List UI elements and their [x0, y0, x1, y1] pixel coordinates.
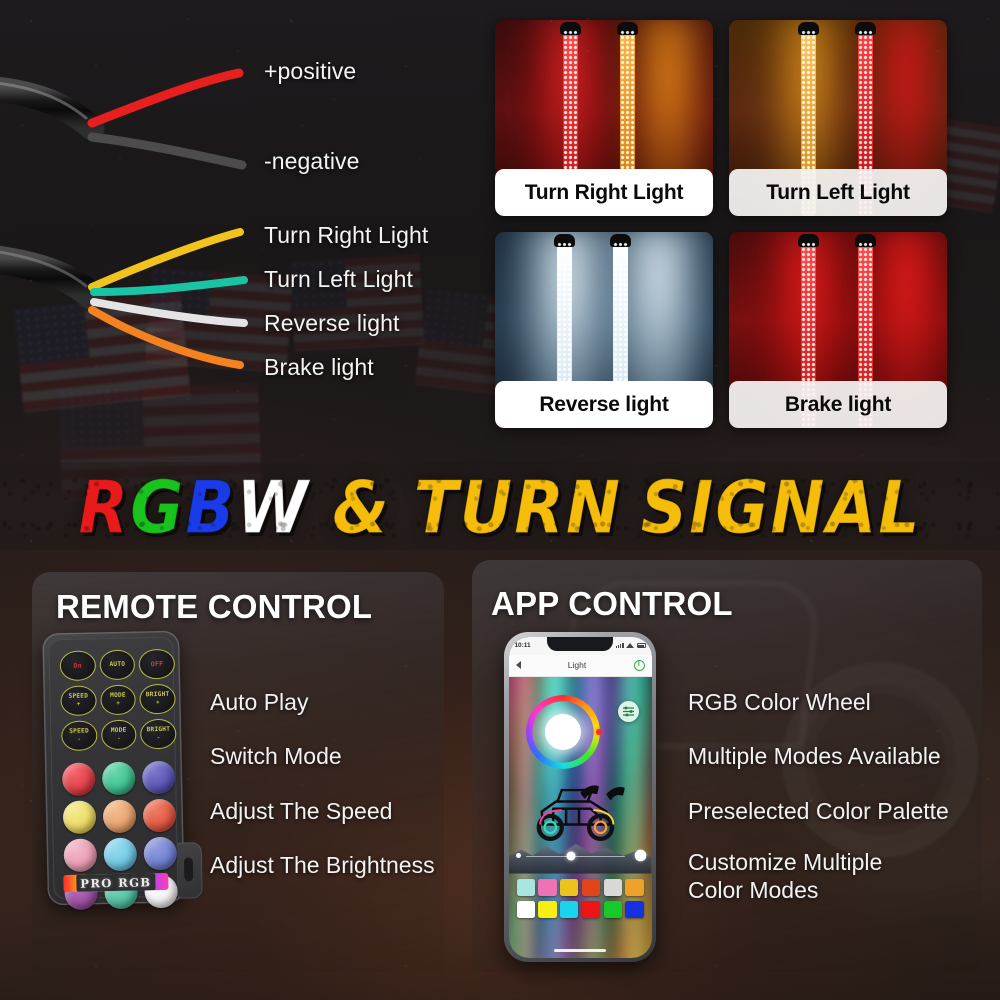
wifi-icon [626, 643, 634, 648]
remote-button-mode-up[interactable]: MODE + [99, 684, 137, 716]
photo-caption: Turn Right Light [495, 169, 713, 216]
remote-color-button[interactable] [61, 762, 96, 797]
remote-feature-item: Auto Play [210, 689, 309, 715]
photo-caption: Reverse light [495, 381, 713, 428]
app-feature-item: Preselected Color Palette [688, 797, 949, 824]
smartphone-mockup: 10:11 Light [504, 632, 656, 962]
wire-label: Reverse light [264, 310, 400, 336]
home-indicator [554, 948, 606, 952]
remote-color-button[interactable] [141, 760, 176, 795]
app-feature-item: RGB Color Wheel [688, 689, 871, 715]
color-wheel-handle[interactable] [595, 728, 602, 735]
title-ampersand: & [332, 465, 391, 550]
remote-color-button[interactable] [63, 838, 98, 873]
palette-swatch[interactable] [560, 878, 579, 896]
app-control-heading: APP CONTROL [491, 585, 733, 622]
brightness-slider-track[interactable] [525, 851, 625, 861]
battery-icon [636, 643, 646, 648]
power-icon[interactable] [633, 659, 645, 671]
title-word-turn: TURN [413, 465, 623, 550]
remote-button-on[interactable]: On [59, 650, 96, 682]
phone-notch [547, 636, 613, 651]
remote-color-button[interactable] [101, 761, 136, 796]
title-letter-w: W [236, 465, 310, 550]
photo-card-turn-right: Turn Right Light [495, 20, 713, 216]
remote-color-button[interactable] [143, 836, 178, 871]
palette-swatch[interactable] [603, 900, 622, 918]
remote-function-button-grid: On AUTO OFF SPEED + MODE + BRIGHT + SPEE… [59, 648, 177, 752]
app-content-area [508, 676, 652, 958]
remote-button-speed-down[interactable]: SPEED - [61, 720, 98, 752]
color-wheel-center [544, 713, 581, 750]
remote-brand-label: PRO RGB [80, 874, 152, 891]
remote-color-button[interactable] [142, 798, 177, 833]
wire-label: Turn Left Light [264, 266, 413, 292]
wire-label: -negative [264, 148, 360, 174]
remote-color-button[interactable] [103, 837, 138, 872]
remote-button-auto[interactable]: AUTO [99, 649, 136, 681]
light-mode-photo-grid: Turn Right Light Turn Left Light Reverse… [495, 20, 947, 438]
remote-button-bright-up[interactable]: BRIGHT + [139, 683, 176, 715]
remote-color-button[interactable] [62, 800, 97, 835]
brightness-min-icon [515, 853, 521, 858]
remote-button-mode-down[interactable]: MODE - [100, 719, 137, 751]
brightness-slider-row[interactable] [515, 850, 645, 862]
sliders-icon[interactable] [617, 700, 639, 722]
app-feature-list: RGB Color Wheel Multiple Modes Available… [688, 688, 949, 904]
remote-keyring-tab [175, 842, 203, 899]
palette-swatch[interactable] [516, 878, 535, 896]
title-letter-g: G [130, 465, 186, 550]
palette-swatch[interactable] [538, 878, 557, 896]
sliders-glyph [622, 706, 634, 716]
app-header-bar: Light [508, 654, 652, 677]
photo-card-reverse: Reverse light [495, 232, 713, 428]
wire-label: Brake light [264, 354, 374, 380]
app-header-title: Light [567, 660, 587, 670]
palette-swatch[interactable] [625, 878, 644, 896]
chevron-left-icon[interactable] [515, 661, 521, 669]
title-word-signal: SIGNAL [640, 465, 922, 550]
remote-button-bright-down[interactable]: BRIGHT - [140, 718, 177, 750]
palette-swatch[interactable] [581, 900, 600, 918]
status-time: 10:11 [514, 642, 531, 649]
palette-swatch[interactable] [581, 878, 600, 896]
palette-swatch[interactable] [538, 900, 557, 918]
palette-row-primary [516, 900, 644, 918]
remote-feature-item: Adjust The Brightness [210, 852, 435, 879]
remote-faceplate: On AUTO OFF SPEED + MODE + BRIGHT + SPEE… [48, 636, 179, 911]
wire-label: +positive [264, 58, 357, 84]
palette-swatch[interactable] [560, 900, 579, 918]
remote-control-heading: REMOTE CONTROL [56, 588, 373, 625]
brightness-slider-knob[interactable] [566, 851, 576, 861]
remote-feature-item: Adjust The Speed [210, 797, 393, 824]
photo-card-brake: Brake light [729, 232, 947, 428]
remote-control-device[interactable]: On AUTO OFF SPEED + MODE + BRIGHT + SPEE… [42, 630, 203, 911]
utv-buggy-illustration [536, 784, 625, 841]
remote-feature-list: Auto Play Switch Mode Adjust The Speed A… [210, 688, 435, 881]
remote-feature-item: Switch Mode [210, 743, 342, 770]
product-infographic: +positive -negative Turn Right Light Tur… [0, 0, 1000, 1000]
wire-label: Turn Right Light [264, 222, 429, 248]
app-feature-item: Customize Multiple Color Modes [688, 849, 883, 904]
palette-row-preselected [516, 878, 644, 896]
status-icon-group [615, 643, 646, 648]
palette-swatch[interactable] [603, 878, 622, 896]
page-title: RGBW & TURN SIGNAL [0, 465, 1000, 550]
remote-button-off[interactable]: OFF [138, 648, 176, 680]
photo-caption: Turn Left Light [729, 169, 947, 216]
palette-swatch[interactable] [516, 900, 535, 918]
photo-caption: Brake light [729, 381, 947, 428]
rgb-color-wheel[interactable] [525, 694, 602, 769]
palette-swatch[interactable] [625, 900, 644, 918]
title-letter-b: B [185, 465, 237, 550]
remote-color-button[interactable] [102, 799, 137, 834]
remote-button-speed-up[interactable]: SPEED + [60, 685, 97, 717]
signal-icon [615, 643, 624, 648]
app-feature-item: Multiple Modes Available [688, 743, 941, 770]
photo-card-turn-left: Turn Left Light [729, 20, 947, 216]
title-letter-r: R [78, 465, 131, 550]
brightness-max-icon [635, 851, 645, 860]
phone-screen: 10:11 Light [508, 636, 652, 958]
remote-brand-strip: PRO RGB [63, 872, 169, 893]
